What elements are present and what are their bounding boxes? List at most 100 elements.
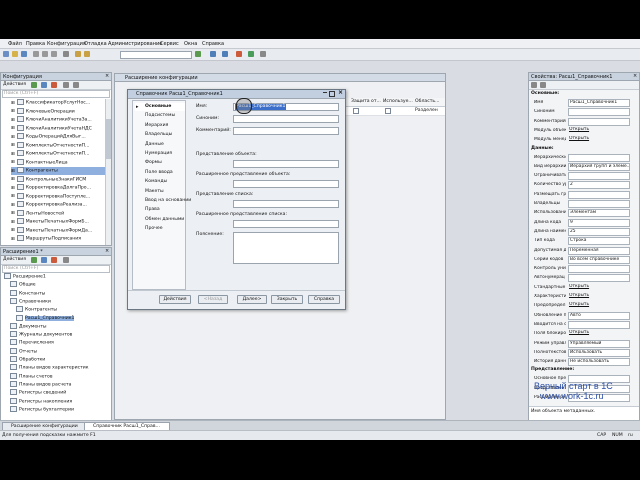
tree-item[interactable]: Планы видов расчета — [10, 380, 71, 389]
expand-icon[interactable]: ⊞ — [11, 118, 15, 123]
config-icon[interactable] — [210, 51, 216, 57]
list-item[interactable]: ⊞ ЛентыНовостей — [11, 209, 105, 218]
close-icon[interactable]: × — [633, 74, 637, 79]
property-row[interactable]: Автонумерац — [532, 273, 636, 283]
tree-item[interactable]: Регистры накопления — [10, 397, 72, 406]
expand-icon[interactable]: ⊞ — [11, 211, 15, 216]
property-value[interactable]: 25 — [568, 227, 630, 236]
property-row[interactable]: Характеристи Открыть — [532, 292, 636, 301]
tree-item[interactable]: Перечисления — [10, 339, 54, 347]
tab-item[interactable]: Подсистемы — [135, 112, 185, 120]
tab-item[interactable]: Права — [135, 206, 185, 214]
tree-item[interactable]: Константы — [10, 289, 45, 298]
list-item[interactable]: ⊞ КлассификаторУслугНос... — [11, 99, 105, 107]
list-item[interactable]: ⊞ КодыОперацийДляВыг... — [11, 133, 105, 141]
categories-icon[interactable] — [540, 82, 546, 88]
tab-item[interactable]: Поле ввода — [135, 169, 185, 177]
property-row[interactable]: Модуль менеджОткрыть — [532, 135, 636, 144]
property-value[interactable]: Открыть — [568, 127, 630, 133]
property-value[interactable]: 2 — [568, 181, 630, 190]
property-value[interactable]: Открыть — [568, 136, 630, 142]
tree-item[interactable]: Журналы документов — [10, 331, 72, 339]
protection-checkbox[interactable] — [353, 108, 359, 114]
find-icon[interactable] — [195, 51, 201, 57]
delete-item-icon[interactable] — [51, 82, 57, 88]
configuration-search-input[interactable]: Поиск (Ctrl+F) — [2, 90, 110, 98]
tab-item[interactable]: Иерархия — [135, 122, 185, 130]
move-up-icon[interactable] — [63, 257, 69, 263]
list-item[interactable]: ⊞ КорректировкаРеализа... — [11, 201, 105, 209]
tab-item[interactable]: Ввод на основании — [135, 197, 191, 205]
property-row[interactable]: История данн Не использовать — [532, 357, 636, 367]
property-row[interactable]: Модуль объект Открыть — [532, 126, 636, 135]
actions-button[interactable]: Действия — [159, 295, 191, 304]
property-row[interactable]: Длина кода 9 — [532, 218, 636, 227]
property-value[interactable] — [568, 265, 630, 274]
property-row[interactable]: Поля блокиро Открыть — [532, 329, 636, 338]
expand-icon[interactable]: ⊞ — [11, 143, 15, 148]
property-value[interactable]: Управляемый — [568, 339, 630, 348]
used-checkbox[interactable] — [385, 108, 391, 114]
list-item[interactable]: ⊞ КлючевыеОперации — [11, 107, 105, 116]
tree-item[interactable]: Расширение1 — [4, 273, 46, 281]
list-item[interactable]: ⊞ КонтрольныеЗнакиГИСМ — [11, 175, 105, 184]
paste-icon[interactable] — [51, 51, 57, 57]
list-item[interactable]: ⊞ КорректировкаДолгаПро... — [11, 184, 105, 192]
debug-icon[interactable] — [248, 51, 254, 57]
property-value[interactable]: 9 — [568, 218, 630, 227]
property-value[interactable]: Открыть — [568, 330, 630, 336]
tab-item[interactable]: Нумерация — [135, 150, 185, 158]
tab-item[interactable]: Основные — [135, 103, 185, 111]
property-row[interactable]: Иерархически — [532, 153, 636, 162]
delete-item-icon[interactable] — [51, 257, 57, 263]
tree-item[interactable]: Справочники — [10, 297, 51, 306]
property-value[interactable] — [568, 172, 630, 181]
tree-item[interactable]: Контрагенты — [16, 306, 57, 314]
delete-icon[interactable] — [63, 51, 69, 57]
synonym-input[interactable] — [233, 115, 339, 123]
menu-edit[interactable]: Правка — [26, 41, 45, 47]
property-row[interactable]: Полнотекстов Использовать — [532, 348, 636, 357]
extension-table-row[interactable]: Разделен — [345, 107, 445, 116]
tab-item[interactable]: Команды — [135, 178, 185, 186]
add-icon[interactable] — [31, 82, 37, 88]
open-icon[interactable] — [12, 51, 18, 57]
sort-icon[interactable] — [531, 82, 537, 88]
property-row[interactable]: Длина наимен 25 — [532, 227, 636, 236]
ext-object-repr-input[interactable] — [233, 180, 339, 188]
tree-item[interactable]: Общие — [10, 281, 36, 289]
property-value[interactable]: Строка — [568, 237, 630, 246]
property-value[interactable]: Открыть — [568, 293, 630, 299]
list-item[interactable]: ⊞ МаршрутыПодписания — [11, 235, 105, 243]
list-item[interactable]: ⊞ Контрагенты — [11, 167, 105, 175]
run-icon[interactable] — [236, 51, 242, 57]
property-value[interactable] — [568, 190, 630, 199]
tab-item[interactable]: Владельцы — [135, 131, 185, 139]
edit-icon[interactable] — [41, 82, 47, 88]
move-up-icon[interactable] — [63, 82, 69, 88]
tree-item[interactable]: Регистры сведений — [10, 389, 66, 397]
property-row[interactable]: Владельцы — [532, 199, 636, 208]
expand-icon[interactable]: ⊞ — [11, 109, 15, 114]
cut-icon[interactable] — [33, 51, 39, 57]
expand-icon[interactable]: ⊞ — [11, 152, 15, 157]
scrollbar-thumb[interactable] — [106, 119, 111, 159]
menu-configuration[interactable]: Конфигурация — [47, 41, 86, 47]
update-icon[interactable] — [222, 51, 228, 57]
extension-search-input[interactable]: Поиск (Ctrl+F) — [2, 265, 110, 273]
expand-icon[interactable]: ⊞ — [11, 169, 15, 174]
property-value[interactable] — [568, 117, 630, 126]
syntax-icon[interactable] — [260, 51, 266, 57]
expand-icon[interactable]: ⊞ — [11, 237, 15, 242]
maximize-icon[interactable] — [329, 91, 335, 97]
actions-menu[interactable]: Действия — [3, 257, 26, 262]
tree-item[interactable]: Планы счетов — [10, 372, 53, 381]
property-value[interactable]: Авто — [568, 311, 630, 320]
tree-item[interactable]: Отчеты — [10, 347, 37, 356]
property-value[interactable] — [568, 274, 630, 283]
tab-item[interactable]: Макеты — [135, 188, 185, 196]
comment-input[interactable] — [233, 127, 339, 135]
add-icon[interactable] — [31, 257, 37, 263]
tab-item[interactable]: Прочее — [135, 225, 185, 233]
edit-icon[interactable] — [41, 257, 47, 263]
